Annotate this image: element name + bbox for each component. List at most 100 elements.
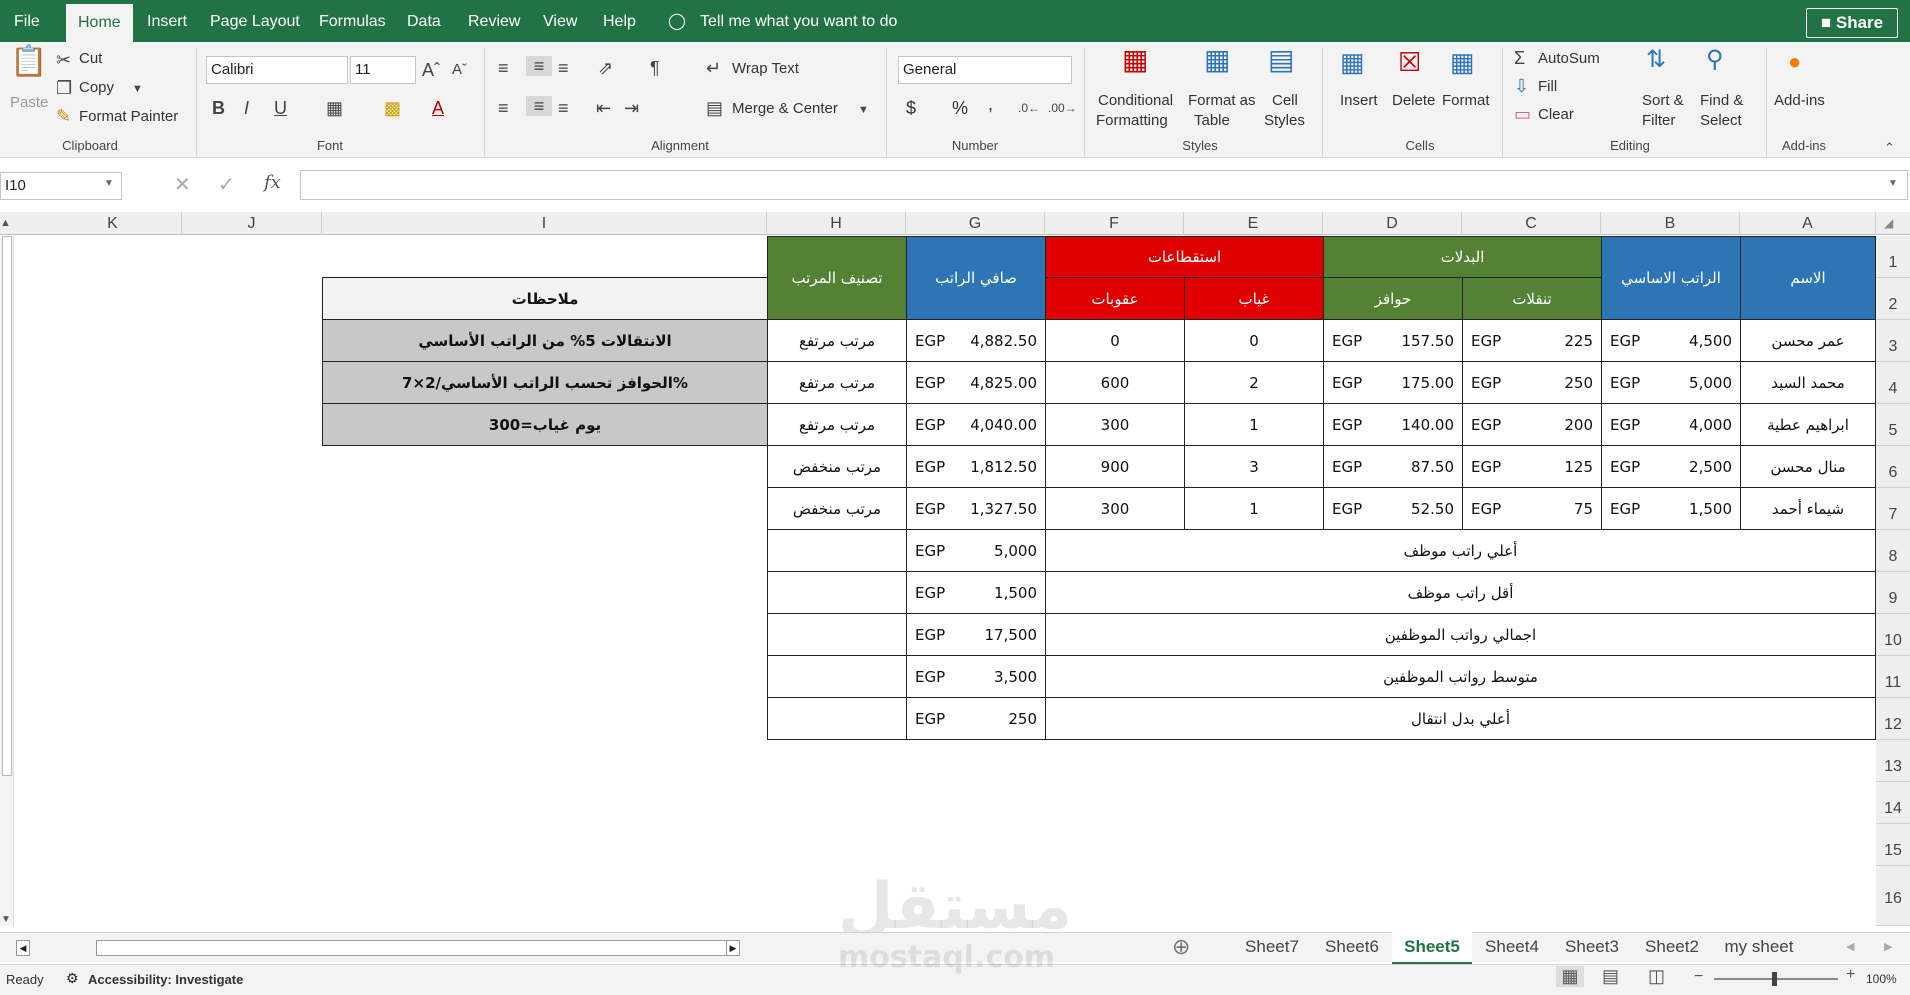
zoom-in-icon[interactable]: + [1846, 966, 1855, 984]
cell-basic[interactable]: EGP 1,500 [1601, 487, 1741, 530]
column-header-j[interactable]: J [182, 212, 322, 235]
align-right-icon[interactable]: ≡ [558, 98, 569, 118]
header-penalties[interactable]: عقوبات [1045, 277, 1185, 320]
header-absence[interactable]: غياب [1184, 277, 1324, 320]
format-as-table-label-2[interactable]: Table [1194, 112, 1230, 129]
cell-basic[interactable]: EGP 4,500 [1601, 319, 1741, 362]
row-header-10[interactable]: 10 [1876, 614, 1910, 656]
share-button[interactable]: ■ Share [1806, 8, 1898, 38]
font-color-icon[interactable]: A [432, 98, 444, 118]
scroll-up-icon[interactable]: ▲ [0, 212, 14, 235]
header-incentives[interactable]: حوافز [1323, 277, 1463, 320]
empty-cell[interactable] [767, 529, 907, 572]
increase-decimal-icon[interactable]: .0← [1018, 98, 1040, 118]
select-all-corner[interactable]: ◢ [1884, 216, 1893, 230]
scroll-right-icon[interactable]: ▶ [726, 940, 740, 956]
align-bottom-icon[interactable]: ≡ [558, 58, 569, 78]
insert-cells-button[interactable]: Insert [1340, 92, 1378, 109]
sheet-tab[interactable]: my sheet [1712, 932, 1806, 962]
header-salary-class[interactable]: تصنيف المرتب [767, 236, 907, 320]
wrap-text-button[interactable]: Wrap Text [732, 60, 799, 77]
percent-format-button[interactable]: % [952, 98, 968, 119]
row-header-5[interactable]: 5 [1876, 404, 1910, 446]
add-sheet-icon[interactable]: ⊕ [1172, 934, 1190, 960]
row-header-12[interactable]: 12 [1876, 698, 1910, 740]
chevron-down-icon[interactable]: ▼ [104, 178, 114, 189]
cell-net[interactable]: EGP 1,327.50 [906, 487, 1046, 530]
cell-penalties[interactable]: 900 [1045, 445, 1185, 488]
font-size-dropdown[interactable]: 11 [350, 56, 416, 84]
tab-help[interactable]: Help [603, 0, 636, 42]
align-middle-icon[interactable]: ≡ [526, 56, 552, 76]
column-header-h[interactable]: H [767, 212, 906, 235]
cell-net[interactable]: EGP 1,812.50 [906, 445, 1046, 488]
summary-value-cell[interactable]: EGP 250 [906, 697, 1046, 740]
paste-icon[interactable]: 📋 [10, 47, 47, 77]
sheet-tab[interactable]: Sheet6 [1312, 932, 1392, 962]
cell-absence[interactable]: 1 [1184, 403, 1324, 446]
increase-indent-icon[interactable]: ⇥ [624, 98, 639, 118]
cell-basic[interactable]: EGP 2,500 [1601, 445, 1741, 488]
delete-cells-button[interactable]: Delete [1392, 92, 1435, 109]
scroll-down-icon[interactable]: ▼ [1, 914, 11, 925]
find-select-label-2[interactable]: Select [1700, 112, 1742, 129]
cell-penalties[interactable]: 300 [1045, 487, 1185, 530]
italic-icon[interactable]: I [244, 98, 249, 118]
zoom-out-icon[interactable]: − [1694, 968, 1703, 986]
page-layout-view-icon[interactable]: ▤ [1602, 966, 1619, 987]
tab-data[interactable]: Data [407, 0, 441, 42]
format-painter-button[interactable]: Format Painter [79, 108, 178, 125]
insert-function-button[interactable]: fx [264, 172, 281, 193]
zoom-level[interactable]: 100% [1866, 972, 1897, 986]
row-header-15[interactable]: 15 [1876, 824, 1910, 866]
sort-filter-label[interactable]: Sort & [1642, 92, 1684, 109]
row-header-3[interactable]: 3 [1876, 320, 1910, 362]
enter-icon[interactable]: ✓ [218, 172, 235, 197]
fill-button[interactable]: Fill [1538, 78, 1557, 95]
cell-name[interactable]: منال محسن [1740, 445, 1876, 488]
column-header-f[interactable]: F [1045, 212, 1184, 235]
normal-view-icon[interactable]: ▦ [1556, 966, 1584, 987]
column-header-g[interactable]: G [906, 212, 1045, 235]
copy-button[interactable]: Copy [79, 79, 114, 96]
collapse-ribbon-icon[interactable]: ⌃ [1884, 138, 1895, 158]
cell-net[interactable]: EGP 4,040.00 [906, 403, 1046, 446]
align-left-icon[interactable]: ≡ [498, 98, 509, 118]
row-header-16[interactable]: 16 [1876, 866, 1910, 926]
cell-incentives[interactable]: EGP 52.50 [1323, 487, 1463, 530]
tab-page-layout[interactable]: Page Layout [210, 0, 300, 42]
column-header-c[interactable]: C [1462, 212, 1601, 235]
cell-styles-label-2[interactable]: Styles [1264, 112, 1305, 129]
text-direction-icon[interactable]: ¶ [650, 58, 660, 78]
note-absence[interactable]: يوم غياب=300 [322, 403, 768, 446]
cell-name[interactable]: شيماء أحمد [1740, 487, 1876, 530]
autosum-button[interactable]: AutoSum [1538, 50, 1600, 67]
cancel-icon[interactable]: ✕ [174, 172, 191, 197]
row-header-7[interactable]: 7 [1876, 488, 1910, 530]
paste-button[interactable]: Paste [10, 94, 48, 111]
row-header-4[interactable]: 4 [1876, 362, 1910, 404]
vertical-scroll-thumb[interactable] [2, 236, 12, 776]
cell-absence[interactable]: 0 [1184, 319, 1324, 362]
decrease-indent-icon[interactable]: ⇤ [596, 98, 611, 118]
summary-label[interactable]: أقل راتب موظف [1045, 571, 1876, 614]
conditional-formatting-label-2[interactable]: Formatting [1096, 112, 1168, 129]
chevron-down-icon[interactable]: ▼ [132, 79, 143, 99]
cell-incentives[interactable]: EGP 175.00 [1323, 361, 1463, 404]
column-header-d[interactable]: D [1323, 212, 1462, 235]
sheet-tab[interactable]: Sheet4 [1472, 932, 1552, 962]
cell-absence[interactable]: 2 [1184, 361, 1324, 404]
cell-absence[interactable]: 1 [1184, 487, 1324, 530]
addins-button[interactable]: Add-ins [1774, 92, 1825, 109]
tab-home[interactable]: Home [66, 4, 133, 42]
cell-transport[interactable]: EGP 75 [1462, 487, 1602, 530]
cell-class[interactable]: مرتب مرتفع [767, 361, 907, 404]
sort-filter-label-2[interactable]: Filter [1642, 112, 1675, 129]
row-header-2[interactable]: 2 [1876, 278, 1910, 320]
formula-input[interactable] [300, 170, 1908, 200]
empty-cell[interactable] [767, 613, 907, 656]
row-header-11[interactable]: 11 [1876, 656, 1910, 698]
row-header-6[interactable]: 6 [1876, 446, 1910, 488]
cell-incentives[interactable]: EGP 157.50 [1323, 319, 1463, 362]
font-name-dropdown[interactable]: Calibri [206, 56, 348, 84]
